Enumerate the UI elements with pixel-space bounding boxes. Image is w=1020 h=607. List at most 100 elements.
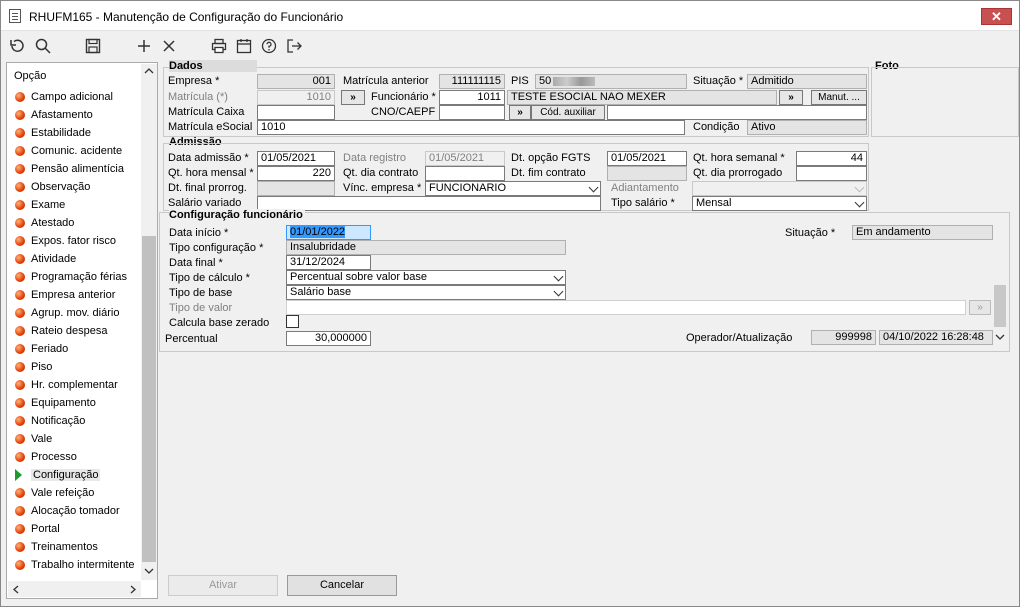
qt-dia-prorrogado-field[interactable] <box>796 166 867 181</box>
tipo-configuracao-field[interactable]: Insalubridade <box>286 240 566 255</box>
scroll-right-icon[interactable] <box>129 585 137 594</box>
qt-hora-mensal-field[interactable]: 220 <box>257 166 335 181</box>
condicao-field[interactable]: Ativo <box>747 120 867 135</box>
sidebar-item[interactable]: Pensão alimentícia <box>15 160 124 178</box>
data-inicio-field[interactable]: 01/01/2022 <box>286 225 371 240</box>
tipo-calculo-select[interactable]: Percentual sobre valor base <box>286 270 566 285</box>
sidebar-item[interactable]: Afastamento <box>15 106 93 124</box>
scroll-left-icon[interactable] <box>12 585 20 594</box>
situacao-field[interactable]: Admitido <box>747 74 867 89</box>
sidebar-item[interactable]: Notificação <box>15 412 85 430</box>
cno-field[interactable] <box>439 105 505 120</box>
matricula-esocial-field[interactable]: 1010 <box>257 120 685 135</box>
cno-lookup-button[interactable]: » <box>509 105 531 120</box>
sidebar-item[interactable]: Hr. complementar <box>15 376 118 394</box>
tipo-valor-field[interactable] <box>286 300 966 315</box>
sidebar-item[interactable]: Empresa anterior <box>15 286 115 304</box>
sidebar-item[interactable]: Alocação tomador <box>15 502 120 520</box>
add-icon[interactable] <box>134 36 154 56</box>
sidebar-item[interactable]: Trabalho intermitente <box>15 556 135 574</box>
close-button[interactable]: ✕ <box>981 8 1012 25</box>
sidebar-item[interactable]: Campo adicional <box>15 88 113 106</box>
scroll-up-icon[interactable] <box>144 67 154 75</box>
sidebar-item[interactable]: Vale <box>15 430 52 448</box>
sidebar-item[interactable]: Estabilidade <box>15 124 91 142</box>
funcionario-name-field: TESTE ESOCIAL NAO MEXER <box>507 90 777 105</box>
sidebar-item[interactable]: Equipamento <box>15 394 96 412</box>
qt-hora-semanal-field[interactable]: 44 <box>796 151 867 166</box>
tipo-salario-select[interactable]: Mensal <box>692 196 867 211</box>
funcionario-field[interactable]: 1011 <box>439 90 505 105</box>
sidebar-item[interactable]: Agrup. mov. diário <box>15 304 119 322</box>
percentual-field[interactable]: 30,000000 <box>286 331 371 346</box>
data-final-field[interactable]: 31/12/2024 <box>286 255 371 270</box>
tipo-valor-lookup-button[interactable]: » <box>969 300 991 315</box>
pis-field[interactable]: 50 <box>535 74 687 89</box>
cod-auxiliar-button[interactable]: Cód. auxiliar <box>531 105 605 120</box>
operador-field[interactable]: 999998 <box>811 330 876 345</box>
dt-fim-contrato-field[interactable] <box>607 166 687 181</box>
config-scroll-thumb[interactable] <box>994 285 1006 327</box>
cancelar-button[interactable]: Cancelar <box>287 575 397 596</box>
sidebar-item-label: Notificação <box>31 415 86 427</box>
sidebar-item[interactable]: Feriado <box>15 340 68 358</box>
scroll-down-icon[interactable] <box>995 333 1005 341</box>
dt-final-prorrog-field[interactable] <box>257 181 335 196</box>
help-icon[interactable] <box>259 36 279 56</box>
chevron-down-icon <box>553 271 564 282</box>
calendar-icon[interactable] <box>234 36 254 56</box>
scroll-down-icon[interactable] <box>144 567 154 575</box>
sidebar-item[interactable]: Comunic. acidente <box>15 142 122 160</box>
sidebar-horizontal-scrollbar[interactable] <box>8 581 141 597</box>
cod-auxiliar-field[interactable] <box>607 105 867 120</box>
matricula-anterior-field[interactable]: 111111115 <box>439 74 505 89</box>
save-icon[interactable] <box>83 36 103 56</box>
sidebar-item[interactable]: Atestado <box>15 214 74 232</box>
sidebar-item[interactable]: Configuração <box>15 466 101 484</box>
vinc-empresa-select[interactable]: FUNCIONARIO <box>425 181 601 196</box>
sidebar-item[interactable]: Observação <box>15 178 90 196</box>
sidebar-item-label: Configuração <box>31 469 101 481</box>
pis-value: 50 <box>539 75 552 87</box>
sidebar-item[interactable]: Exame <box>15 196 65 214</box>
calcula-base-zerado-checkbox[interactable] <box>286 315 299 328</box>
funcionario-lookup-button[interactable]: » <box>779 90 803 105</box>
manut-button[interactable]: Manut. ... <box>811 90 867 105</box>
sidebar-item[interactable]: Treinamentos <box>15 538 98 556</box>
bullet-icon <box>15 290 25 300</box>
salario-variado-field[interactable] <box>257 196 601 211</box>
sidebar-item[interactable]: Programação férias <box>15 268 127 286</box>
sidebar-item[interactable]: Portal <box>15 520 60 538</box>
adiantamento-select[interactable] <box>692 181 867 196</box>
sidebar-item-label: Rateio despesa <box>31 325 108 337</box>
sidebar-item[interactable]: Vale refeição <box>15 484 94 502</box>
matricula-lookup-button[interactable]: » <box>341 90 365 105</box>
sidebar-item[interactable]: Piso <box>15 358 52 376</box>
ativar-button[interactable]: Ativar <box>168 575 278 596</box>
exit-icon[interactable] <box>284 36 304 56</box>
dt-opcao-fgts-field[interactable]: 01/05/2021 <box>607 151 687 166</box>
matricula-field[interactable]: 1010 <box>257 90 335 105</box>
data-admissao-field[interactable]: 01/05/2021 <box>257 151 335 166</box>
dt-fim-contrato-label: Dt. fim contrato <box>511 167 586 179</box>
sidebar-item[interactable]: Processo <box>15 448 77 466</box>
delete-icon[interactable] <box>159 36 179 56</box>
bullet-icon <box>15 434 25 444</box>
bullet-icon <box>15 452 25 462</box>
sidebar-item[interactable]: Rateio despesa <box>15 322 107 340</box>
sidebar-item[interactable]: Expos. fator risco <box>15 232 116 250</box>
empresa-field[interactable]: 001 <box>257 74 335 89</box>
print-icon[interactable] <box>209 36 229 56</box>
sidebar-item[interactable]: Atividade <box>15 250 76 268</box>
atualizacao-field[interactable]: 04/10/2022 16:28:48 <box>879 330 993 345</box>
sidebar-scroll-thumb[interactable] <box>142 236 156 562</box>
qt-dia-contrato-field[interactable] <box>425 166 505 181</box>
tipo-base-select[interactable]: Salário base <box>286 285 566 300</box>
config-vertical-scrollbar[interactable] <box>993 225 1007 345</box>
matricula-caixa-field[interactable] <box>257 105 335 120</box>
config-situacao-field[interactable]: Em andamento <box>852 225 993 240</box>
data-registro-field[interactable]: 01/05/2021 <box>425 151 505 166</box>
search-icon[interactable] <box>33 36 53 56</box>
undo-icon[interactable] <box>7 36 27 56</box>
sidebar-vertical-scrollbar[interactable] <box>141 64 157 580</box>
